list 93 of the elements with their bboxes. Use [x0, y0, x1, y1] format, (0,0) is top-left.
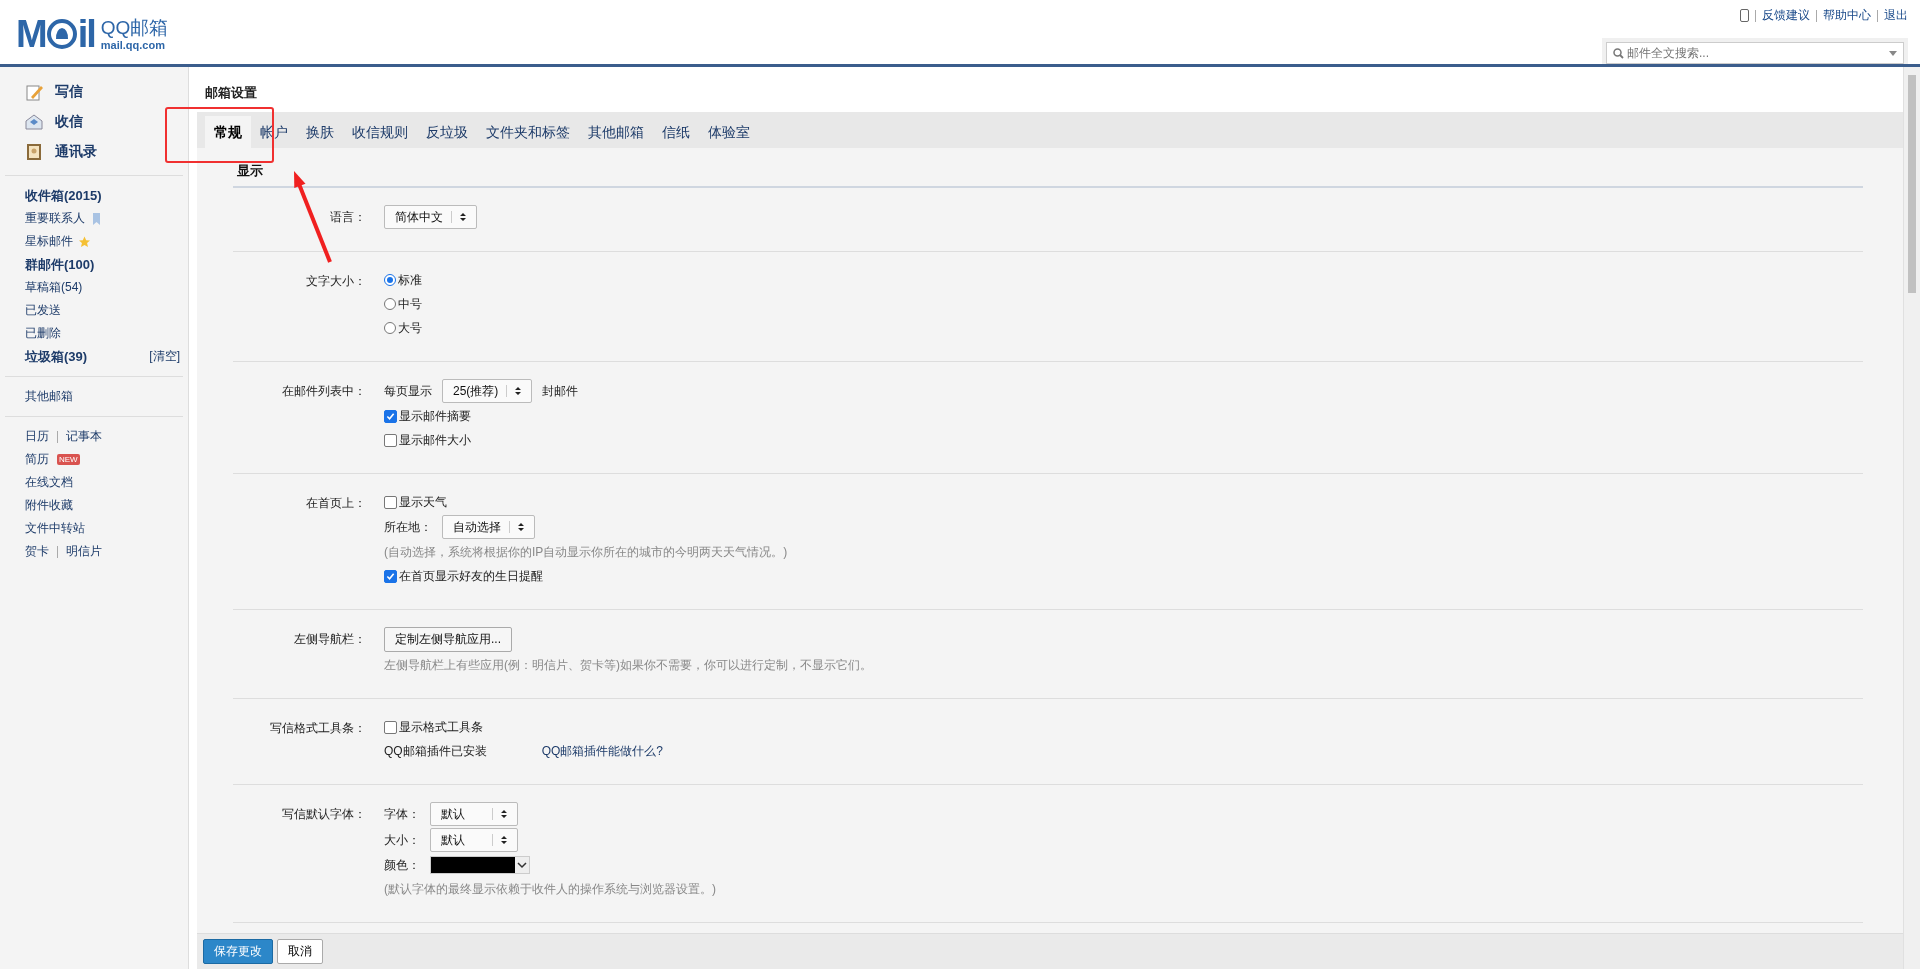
folder-link[interactable]: 已发送	[25, 302, 61, 319]
hint-text: (默认字体的最终显示依赖于收件人的操作系统与浏览器设置。)	[384, 880, 716, 898]
app-link[interactable]: 在线文档	[25, 474, 73, 491]
header-link[interactable]: 退出	[1884, 7, 1908, 24]
scrollbar[interactable]	[1903, 67, 1920, 969]
field-label: QQ邮箱插件已安装	[384, 742, 487, 760]
settings-tab[interactable]: 体验室	[699, 116, 759, 148]
field-label: 颜色：	[384, 856, 420, 874]
search-icon	[1613, 47, 1624, 59]
app-link[interactable]: 文件中转站	[25, 520, 85, 537]
app-link[interactable]: 明信片	[66, 543, 102, 560]
hint-text: 左侧导航栏上有些应用(例：明信片、贺卡等)如果你不需要，你可以进行定制，不显示它们。	[384, 656, 872, 674]
pencil-note-icon	[25, 83, 43, 101]
setting-label: 写信格式工具条：	[269, 720, 367, 737]
checkbox-label: 显示格式工具条	[399, 718, 483, 736]
phone-icon	[1740, 9, 1749, 22]
checkbox-label: 显示邮件大小	[399, 431, 471, 449]
radio-label: 大号	[398, 319, 422, 337]
bookmark-icon	[91, 212, 102, 225]
logo-domain: mail.qq.com	[100, 39, 166, 51]
customize-button[interactable]: 定制左侧导航应用...	[384, 627, 512, 652]
logo: M il	[16, 12, 95, 56]
settings-tab[interactable]: 收信规则	[343, 116, 417, 148]
radio-button[interactable]	[384, 274, 396, 286]
logo-name: QQ邮箱	[100, 17, 169, 39]
header-link[interactable]: 帮助中心	[1823, 7, 1871, 24]
radio-button[interactable]	[384, 322, 396, 334]
dropdown-icon	[1889, 50, 1897, 56]
field-label: 大小：	[384, 831, 420, 849]
select-field[interactable]: 25(推荐)	[442, 379, 533, 403]
folder-link[interactable]: 草稿箱(54)	[25, 279, 83, 296]
field-label: 所在地：	[384, 518, 432, 536]
checkbox[interactable]	[384, 409, 397, 423]
settings-tab[interactable]: 其他邮箱	[579, 116, 653, 148]
bell-icon	[45, 18, 78, 50]
setting-label: 在首页上：	[305, 495, 367, 512]
checkbox[interactable]	[384, 495, 397, 509]
checkbox[interactable]	[384, 569, 397, 583]
settings-tab[interactable]: 换肤	[297, 116, 343, 148]
search-field[interactable]: 邮件全文搜索...	[1606, 42, 1904, 64]
checkbox[interactable]	[384, 720, 397, 734]
checkbox-label: 显示邮件摘要	[399, 407, 471, 425]
contact-card-icon	[25, 143, 43, 161]
folder-link[interactable]: 已删除	[25, 325, 61, 342]
app-link[interactable]: 记事本	[66, 428, 102, 445]
envelope-icon	[25, 113, 43, 131]
star-icon	[79, 235, 90, 248]
select-field[interactable]: 默认	[430, 802, 518, 826]
save-button[interactable]: 保存更改	[203, 939, 273, 964]
select-field[interactable]: 简体中文	[384, 205, 477, 229]
page-title: 邮箱设置	[197, 67, 1903, 112]
setting-label: 文字大小：	[305, 273, 367, 290]
app-link[interactable]: 简历	[25, 451, 49, 468]
settings-tab[interactable]: 文件夹和标签	[477, 116, 579, 148]
hint-text: (自动选择，系统将根据你的IP自动显示你所在的城市的今明两天天气情况。)	[384, 543, 788, 561]
folder-link[interactable]: 群邮件(100)	[25, 255, 95, 274]
select-field[interactable]: 默认	[430, 828, 518, 852]
sidebar-action[interactable]: 写信	[0, 77, 188, 107]
settings-tab[interactable]: 常规	[205, 116, 251, 148]
setting-label: 在邮件列表中：	[281, 383, 367, 400]
field-label: 封邮件	[542, 382, 579, 400]
app-link[interactable]: 贺卡	[25, 543, 49, 560]
settings-tab[interactable]: 反垃圾	[417, 116, 477, 148]
settings-tab[interactable]: 信纸	[653, 116, 699, 148]
color-picker[interactable]	[430, 856, 530, 874]
clear-link[interactable]: [清空]	[149, 348, 180, 365]
setting-label: 语言：	[329, 209, 367, 226]
setting-label: 写信默认字体：	[281, 806, 367, 823]
new-badge: NEW	[57, 454, 80, 465]
folder-link[interactable]: 收件箱(2015)	[25, 186, 102, 205]
field-label: 字体：	[384, 805, 420, 823]
app-link[interactable]: 日历	[25, 428, 49, 445]
folder-link[interactable]: 垃圾箱(39)	[25, 347, 88, 366]
help-link[interactable]: QQ邮箱插件能做什么?	[541, 742, 663, 760]
header-link[interactable]: 反馈建议	[1762, 7, 1810, 24]
app-link[interactable]: 附件收藏	[25, 497, 73, 514]
radio-label: 标准	[398, 271, 422, 289]
field-label: 每页显示	[384, 382, 432, 400]
cancel-button[interactable]: 取消	[277, 939, 323, 964]
checkbox-label: 在首页显示好友的生日提醒	[399, 567, 543, 585]
settings-tab[interactable]: 帐户	[251, 116, 297, 148]
sidebar-action[interactable]: 收信	[0, 107, 188, 137]
radio-button[interactable]	[384, 298, 396, 310]
sidebar-action[interactable]: 通讯录	[0, 137, 188, 167]
select-field[interactable]: 自动选择	[442, 515, 535, 539]
folder-link[interactable]: 星标邮件	[25, 233, 73, 250]
checkbox[interactable]	[384, 433, 397, 447]
folder-link[interactable]: 其他邮箱	[25, 388, 73, 405]
setting-label: 左侧导航栏：	[293, 631, 367, 648]
checkbox-label: 显示天气	[399, 493, 447, 511]
folder-link[interactable]: 重要联系人	[25, 210, 85, 227]
radio-label: 中号	[398, 295, 422, 313]
section-heading: 显示	[233, 148, 1863, 188]
